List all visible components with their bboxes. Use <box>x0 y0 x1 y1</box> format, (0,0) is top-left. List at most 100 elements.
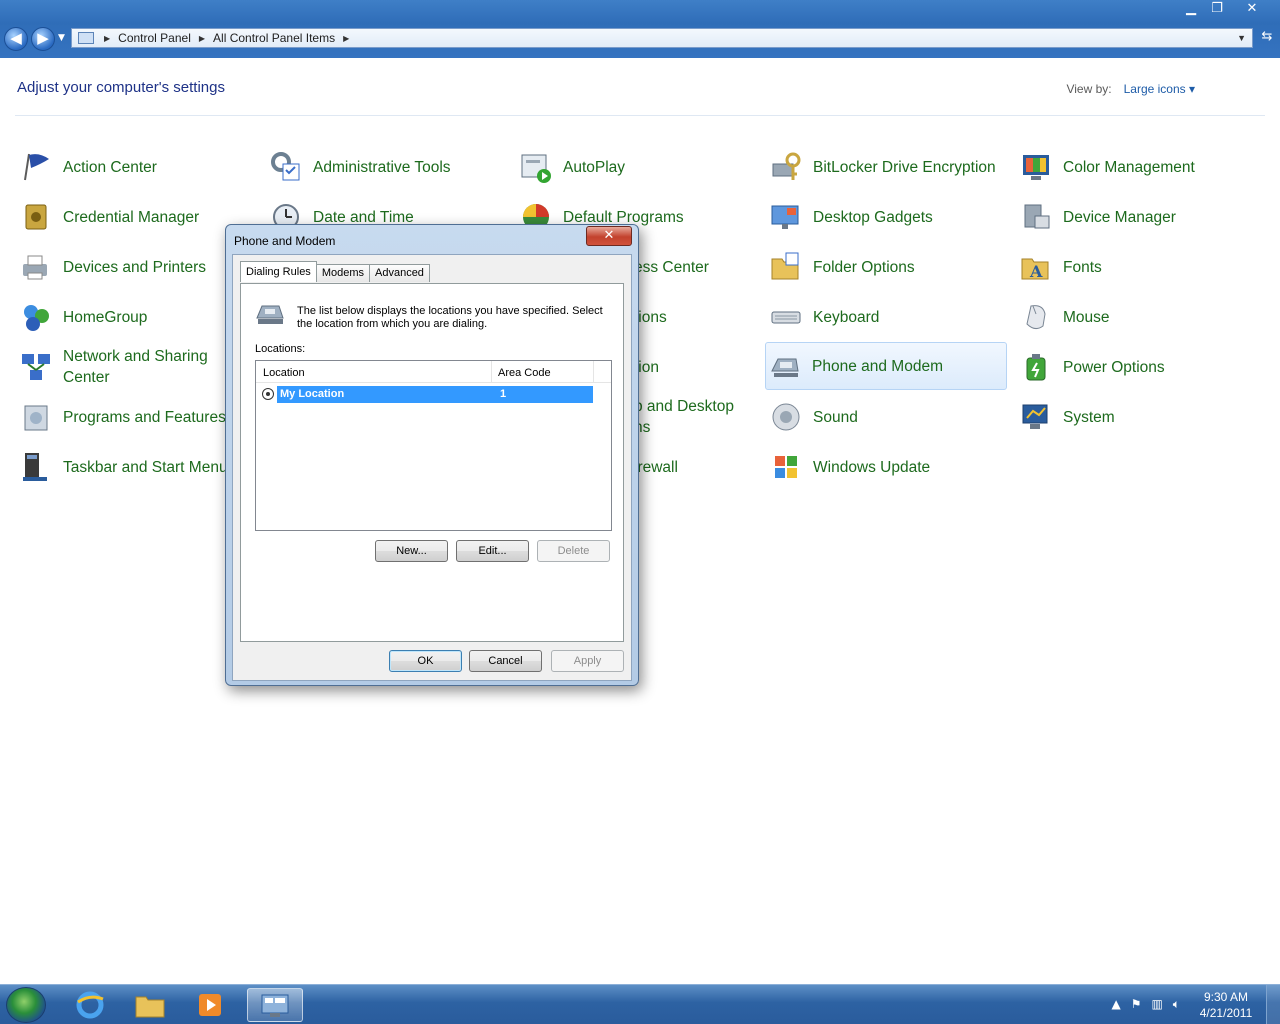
address-bar[interactable]: ▶ Control Panel ▶ All Control Panel Item… <box>71 28 1253 48</box>
item-label: BitLocker Drive Encryption <box>813 158 996 176</box>
item-power-options[interactable]: Power Options <box>1017 343 1259 391</box>
control-panel-taskbar-icon[interactable] <box>247 988 303 1022</box>
item-network-and-sharing[interactable]: Network and Sharing Center <box>17 343 259 391</box>
media-player-icon[interactable] <box>185 988 235 1022</box>
item-system[interactable]: System <box>1017 393 1259 441</box>
phone-and-modem-dialog: Phone and Modem ✕ Dialing Rules Modems A… <box>225 224 639 686</box>
item-action-center[interactable]: Action Center <box>17 143 259 191</box>
action-center-flag-icon[interactable]: ⚑ <box>1131 997 1142 1012</box>
item-label: AutoPlay <box>563 158 626 176</box>
item-label: Network and Sharing Center <box>63 348 208 386</box>
edit-button[interactable]: Edit... <box>456 540 529 562</box>
item-label: Devices and Printers <box>63 258 207 276</box>
item-folder-options[interactable]: Folder Options <box>767 243 1009 291</box>
back-button[interactable]: ◀ <box>4 27 28 51</box>
item-label: Sound <box>813 408 858 426</box>
dialing-rules-panel: The list below displays the locations yo… <box>240 283 624 642</box>
item-label: HomeGroup <box>63 308 148 326</box>
internet-explorer-icon[interactable] <box>65 988 115 1022</box>
restore-button[interactable]: ❐ <box>1204 0 1230 18</box>
item-fonts[interactable]: A Fonts <box>1017 243 1259 291</box>
address-dropdown-icon[interactable]: ▼ <box>1237 33 1246 43</box>
column-divider[interactable] <box>593 361 594 383</box>
item-administrative-tools[interactable]: Administrative Tools <box>267 143 509 191</box>
clock-date: 4/21/2011 <box>1199 1006 1253 1020</box>
locations-list[interactable]: Location Area Code My Location 1 <box>255 360 612 531</box>
item-keyboard[interactable]: Keyboard <box>767 293 1009 341</box>
item-partial-desktop[interactable]: p and Desktop ns <box>634 393 754 441</box>
new-button[interactable]: New... <box>375 540 448 562</box>
column-area-code[interactable]: Area Code <box>498 367 551 379</box>
item-device-manager[interactable]: Device Manager <box>1017 193 1259 241</box>
item-homegroup[interactable]: HomeGroup <box>17 293 259 341</box>
network-icon[interactable]: ▥ <box>1151 997 1162 1012</box>
programs-icon <box>19 400 53 434</box>
list-item[interactable]: My Location 1 <box>260 386 593 403</box>
volume-icon[interactable]: 🔈︎ <box>1173 997 1180 1012</box>
item-label: Taskbar and Start Menu <box>63 458 228 476</box>
item-autoplay[interactable]: AutoPlay <box>517 143 759 191</box>
divider <box>15 115 1265 116</box>
dialog-body: Dialing Rules Modems Advanced The list b… <box>232 254 632 681</box>
item-sound[interactable]: Sound <box>767 393 1009 441</box>
taskbar-icon <box>19 450 53 484</box>
color-management-icon <box>1019 150 1053 184</box>
tab-modems[interactable]: Modems <box>315 264 370 282</box>
column-location[interactable]: Location <box>263 367 305 379</box>
keyboard-icon <box>769 300 803 334</box>
recent-pages-dropdown[interactable]: ▼ <box>58 33 65 43</box>
item-programs-and-features[interactable]: Programs and Features <box>17 393 259 441</box>
item-bitlocker[interactable]: BitLocker Drive Encryption <box>767 143 1009 191</box>
speaker-icon <box>769 400 803 434</box>
tab-advanced[interactable]: Advanced <box>369 264 430 282</box>
dialog-close-button[interactable]: ✕ <box>586 226 632 246</box>
clock[interactable]: 9:30 AM 4/21/2011 <box>1196 989 1256 1021</box>
minimize-button[interactable]: ▁ <box>1178 0 1204 18</box>
item-label: Phone and Modem <box>812 357 943 375</box>
item-label: Windows Update <box>813 458 931 476</box>
item-windows-update[interactable]: Windows Update <box>767 443 1009 491</box>
item-label: Programs and Features <box>63 408 226 426</box>
item-credential-manager[interactable]: Credential Manager <box>17 193 259 241</box>
item-phone-and-modem[interactable]: Phone and Modem <box>765 342 1007 390</box>
tab-dialing-rules[interactable]: Dialing Rules <box>240 261 317 282</box>
page-title: Adjust your computer's settings <box>17 79 225 96</box>
system-icon <box>1019 400 1053 434</box>
item-desktop-gadgets[interactable]: Desktop Gadgets <box>767 193 1009 241</box>
item-mouse[interactable]: Mouse <box>1017 293 1259 341</box>
chevron-right-icon[interactable]: ▶ <box>343 34 349 43</box>
item-label: Folder Options <box>813 258 915 276</box>
admin-tools-icon <box>269 150 303 184</box>
folder-icon <box>769 250 803 284</box>
device-manager-icon <box>1019 200 1053 234</box>
delete-button[interactable]: Delete <box>537 540 610 562</box>
location-name: My Location <box>280 388 345 400</box>
breadcrumb-control-panel[interactable]: Control Panel <box>118 31 191 45</box>
refresh-icon[interactable]: ⇆ <box>1257 29 1277 47</box>
phone-icon <box>256 305 284 324</box>
windows-explorer-icon[interactable] <box>125 988 175 1022</box>
show-hidden-icons[interactable]: ▲ <box>1111 997 1120 1012</box>
cancel-button[interactable]: Cancel <box>469 650 542 672</box>
close-button[interactable]: ✕ <box>1230 0 1274 18</box>
item-color-management[interactable]: Color Management <box>1017 143 1259 191</box>
item-devices-and-printers[interactable]: Devices and Printers <box>17 243 259 291</box>
breadcrumb-all-items[interactable]: All Control Panel Items <box>213 31 335 45</box>
chevron-right-icon[interactable]: ▶ <box>104 34 110 43</box>
item-label: Color Management <box>1063 158 1195 176</box>
item-label: irewall <box>634 458 678 476</box>
area-code: 1 <box>500 388 507 400</box>
windows-update-icon <box>769 450 803 484</box>
column-divider[interactable] <box>491 361 492 383</box>
apply-button[interactable]: Apply <box>551 650 624 672</box>
item-label: p and Desktop ns <box>634 398 734 436</box>
ok-button[interactable]: OK <box>389 650 462 672</box>
chevron-right-icon[interactable]: ▶ <box>199 34 205 43</box>
item-taskbar-and-start[interactable]: Taskbar and Start Menu <box>17 443 259 491</box>
view-by-dropdown[interactable]: Large icons ▾ <box>1124 82 1195 96</box>
svg-text:A: A <box>1029 262 1043 281</box>
show-desktop-button[interactable] <box>1266 985 1280 1024</box>
forward-button[interactable]: ▶ <box>31 27 55 51</box>
start-button[interactable] <box>6 987 46 1023</box>
view-by-label: View by: <box>1066 82 1112 96</box>
